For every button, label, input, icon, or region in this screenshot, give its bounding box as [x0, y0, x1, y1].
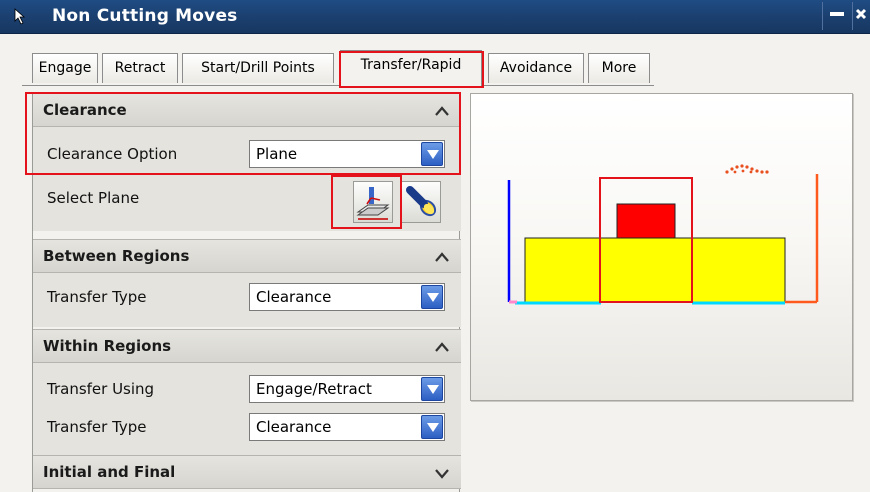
- tab-start-drill-points[interactable]: Start/Drill Points: [182, 53, 334, 83]
- tab-engage[interactable]: Engage: [32, 53, 98, 83]
- tab-retract[interactable]: Retract: [102, 53, 178, 83]
- initial-final-section-header[interactable]: Initial and Final: [33, 455, 461, 489]
- transfer-type-label: Transfer Type: [47, 288, 147, 306]
- tab-transfer-rapid[interactable]: Transfer/Rapid: [340, 50, 482, 86]
- within-regions-section-body: Transfer Using Engage/Retract Transfer T…: [33, 363, 461, 455]
- dropdown-arrow-icon[interactable]: [421, 285, 443, 309]
- tab-avoidance[interactable]: Avoidance: [488, 53, 584, 83]
- options-panel: Clearance Clearance Option Plane Select …: [32, 93, 461, 492]
- transfer-type-label: Transfer Type: [47, 418, 147, 436]
- clearance-section-header[interactable]: Clearance: [33, 93, 461, 127]
- section-title: Clearance: [43, 101, 127, 119]
- dropdown-arrow-icon[interactable]: [421, 415, 443, 439]
- chevron-down-icon[interactable]: [429, 460, 455, 486]
- tab-baseline: [22, 85, 654, 86]
- section-title: Within Regions: [43, 337, 172, 355]
- between-transfer-type-select[interactable]: Clearance: [249, 283, 445, 311]
- preview-graphic: [470, 93, 853, 401]
- clearance-section-body: Clearance Option Plane Select Plane: [33, 127, 461, 231]
- flashlight-icon: [406, 186, 437, 217]
- dropdown-arrow-icon[interactable]: [421, 142, 443, 166]
- toolpath-preview-image: [507, 164, 819, 305]
- flashlight-button[interactable]: [401, 181, 441, 223]
- between-regions-section-body: Transfer Type Clearance: [33, 273, 461, 327]
- title-bar: Non Cutting Moves: [0, 0, 870, 34]
- close-button[interactable]: [852, 2, 870, 30]
- clearance-option-select[interactable]: Plane: [249, 140, 445, 168]
- within-regions-section-header[interactable]: Within Regions: [33, 329, 461, 363]
- section-title: Between Regions: [43, 247, 190, 265]
- tab-more[interactable]: More: [588, 53, 650, 83]
- chevron-up-icon[interactable]: [429, 244, 455, 270]
- minimize-button[interactable]: [822, 2, 852, 30]
- clearance-option-label: Clearance Option: [47, 145, 178, 163]
- section-title: Initial and Final: [43, 463, 176, 481]
- within-transfer-type-select[interactable]: Clearance: [249, 413, 445, 441]
- dropdown-arrow-icon[interactable]: [421, 377, 443, 401]
- chevron-up-icon[interactable]: [429, 98, 455, 124]
- window-title: Non Cutting Moves: [52, 6, 238, 26]
- plane-dialog-button[interactable]: [353, 181, 393, 223]
- plane-dialog-icon: [356, 187, 390, 220]
- transfer-using-label: Transfer Using: [47, 380, 155, 398]
- chevron-up-icon[interactable]: [429, 334, 455, 360]
- transfer-using-select[interactable]: Engage/Retract: [249, 375, 445, 403]
- between-regions-section-header[interactable]: Between Regions: [33, 239, 461, 273]
- select-arrow-icon: [10, 5, 32, 27]
- select-plane-label: Select Plane: [47, 189, 140, 207]
